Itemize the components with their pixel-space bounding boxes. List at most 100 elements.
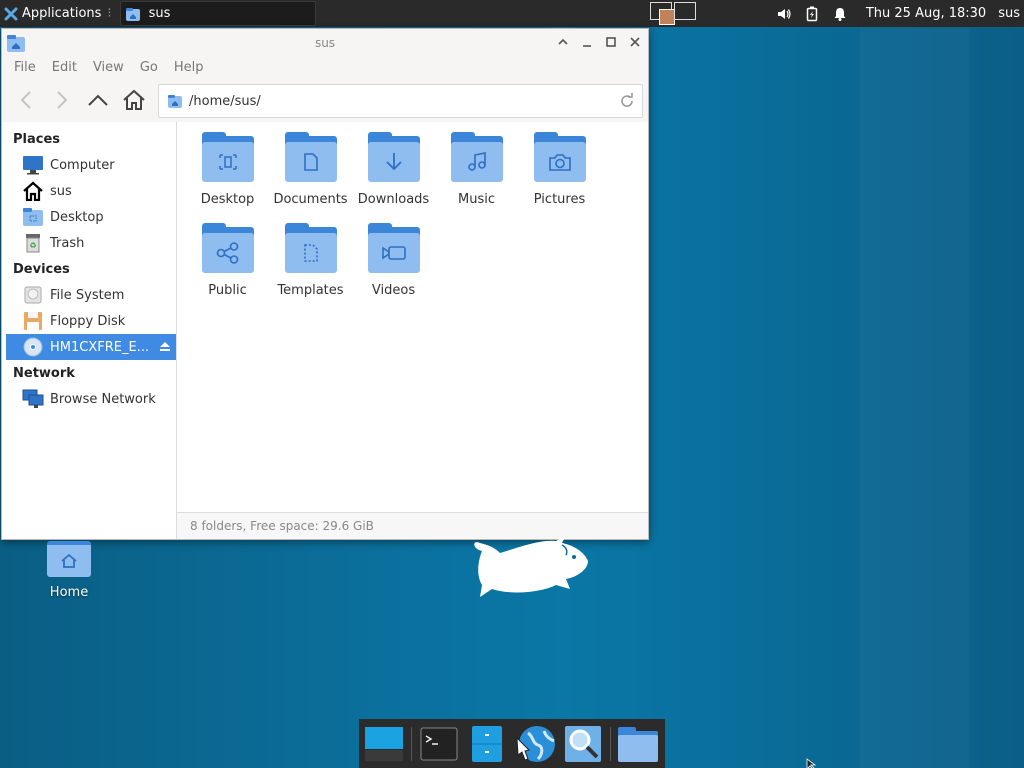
floppy-disk-icon xyxy=(22,311,44,331)
sidebar-item-label: File System xyxy=(50,287,125,303)
sidebar-item-label: Floppy Disk xyxy=(50,313,126,329)
sidebar-item-label: Trash xyxy=(50,235,85,251)
location-bar[interactable]: /home/sus/ xyxy=(158,84,643,118)
home-folder-icon xyxy=(7,35,25,52)
window-titlebar[interactable]: sus xyxy=(2,29,648,56)
taskbar-window-button[interactable]: sus xyxy=(119,1,316,26)
dock-web-browser[interactable] xyxy=(514,723,556,765)
folder-view[interactable]: Desktop Documents Downloads Music Pictur… xyxy=(177,122,648,539)
sidebar-item-optical-disc[interactable]: HM1CXFRE_E... xyxy=(6,334,176,360)
battery-icon[interactable] xyxy=(804,6,820,22)
system-tray: Thu 25 Aug, 18:30 sus xyxy=(776,0,1024,27)
sidebar-item-trash[interactable]: ♻ Trash xyxy=(2,230,176,256)
menu-go[interactable]: Go xyxy=(132,60,166,75)
folder-templates[interactable]: Templates xyxy=(269,221,352,298)
dock-show-desktop[interactable] xyxy=(363,723,405,765)
home-icon xyxy=(22,181,44,201)
toolbar: /home/sus/ xyxy=(2,78,648,122)
taskbar-window-label: sus xyxy=(148,6,171,21)
menu-help[interactable]: Help xyxy=(166,60,212,75)
dock-separator xyxy=(610,726,611,761)
sidebar-item-sus[interactable]: sus xyxy=(2,178,176,204)
folder-music[interactable]: Music xyxy=(435,130,518,207)
home-folder-icon xyxy=(47,541,91,577)
folder-label: Downloads xyxy=(357,192,430,207)
reload-icon[interactable] xyxy=(618,92,636,114)
shade-icon[interactable] xyxy=(556,35,570,49)
workspace-2[interactable] xyxy=(674,2,696,20)
folder-grid: Desktop Documents Downloads Music Pictur… xyxy=(186,130,601,298)
home-folder-icon xyxy=(125,7,140,21)
sidebar-item-floppy-disk[interactable]: Floppy Disk xyxy=(2,308,176,334)
back-arrow-icon xyxy=(20,91,31,109)
content-area: Places Computer sus Desktop ♻ Trash Devi… xyxy=(2,122,648,539)
dock-home-folder[interactable] xyxy=(617,723,659,765)
trash-icon: ♻ xyxy=(22,233,44,253)
eject-icon[interactable] xyxy=(158,340,172,355)
workspace-1[interactable] xyxy=(650,2,675,25)
folder-pictures[interactable]: Pictures xyxy=(518,130,601,207)
up-arrow-icon xyxy=(88,94,108,106)
file-cabinet-icon xyxy=(472,725,502,762)
volume-icon[interactable] xyxy=(776,6,792,22)
dock-app-finder[interactable] xyxy=(562,723,604,765)
separator-handle-icon: ⁝ xyxy=(107,6,112,21)
folder-label: Public xyxy=(208,283,247,298)
desktop-folder-icon xyxy=(201,130,255,184)
folder-public[interactable]: Public xyxy=(186,221,269,298)
folder-desktop[interactable]: Desktop xyxy=(186,130,269,207)
folder-label: Desktop xyxy=(200,192,255,207)
maximize-icon[interactable] xyxy=(604,35,618,49)
sidebar-item-label: sus xyxy=(50,183,72,199)
back-button[interactable] xyxy=(8,83,44,117)
user-menu[interactable]: sus xyxy=(998,6,1020,21)
sidebar-item-browse-network[interactable]: Browse Network xyxy=(2,386,176,412)
dock-separator xyxy=(411,726,412,761)
menubar: File Edit View Go Help xyxy=(2,56,648,78)
folder-label: Music xyxy=(458,192,495,207)
folder-documents[interactable]: Documents xyxy=(269,130,352,207)
templates-folder-icon xyxy=(284,221,338,275)
public-folder-icon xyxy=(201,221,255,275)
home-button[interactable] xyxy=(116,83,152,117)
parent-folder-button[interactable] xyxy=(80,83,116,117)
forward-arrow-icon xyxy=(57,91,68,109)
sidebar-item-label: Browse Network xyxy=(50,391,156,407)
menu-view[interactable]: View xyxy=(85,60,132,75)
network-icon xyxy=(22,389,44,409)
folder-label: Videos xyxy=(371,283,416,298)
wallpaper-stripe xyxy=(860,28,970,768)
pictures-folder-icon xyxy=(533,130,587,184)
sidebar-item-computer[interactable]: Computer xyxy=(2,152,176,178)
sidebar-item-label: Computer xyxy=(50,157,115,173)
applications-menu-button[interactable]: Applications ⁝ xyxy=(0,0,116,27)
sidebar-header-network: Network xyxy=(13,366,75,381)
folder-icon xyxy=(618,726,658,762)
search-icon xyxy=(565,725,601,762)
sidebar-header-devices: Devices xyxy=(13,262,70,277)
folder-downloads[interactable]: Downloads xyxy=(352,130,435,207)
forward-button[interactable] xyxy=(44,83,80,117)
show-desktop-icon xyxy=(365,726,403,761)
minimize-icon[interactable] xyxy=(580,35,594,49)
folder-label: Pictures xyxy=(533,192,586,207)
home-icon xyxy=(123,89,145,110)
drive-icon xyxy=(22,285,44,305)
music-folder-icon xyxy=(450,130,504,184)
sidebar-item-file-system[interactable]: File System xyxy=(2,282,176,308)
folder-label: Templates xyxy=(277,283,344,298)
clock[interactable]: Thu 25 Aug, 18:30 xyxy=(866,6,986,21)
close-icon[interactable] xyxy=(628,35,642,49)
workspace-switcher[interactable] xyxy=(650,2,696,25)
sidebar-item-label: HM1CXFRE_E... xyxy=(50,339,150,355)
sidebar-item-desktop[interactable]: Desktop xyxy=(2,204,176,230)
desktop-home-icon[interactable]: Home xyxy=(40,541,98,600)
dock-file-manager[interactable] xyxy=(466,723,508,765)
desktop-folder-icon xyxy=(22,207,44,227)
dock-terminal[interactable] xyxy=(418,723,460,765)
file-manager-window: sus File Edit View Go Help /home/sus/ Pl… xyxy=(1,28,649,540)
menu-file[interactable]: File xyxy=(6,60,44,75)
folder-videos[interactable]: Videos xyxy=(352,221,435,298)
menu-edit[interactable]: Edit xyxy=(44,60,85,75)
notification-bell-icon[interactable] xyxy=(832,6,848,22)
